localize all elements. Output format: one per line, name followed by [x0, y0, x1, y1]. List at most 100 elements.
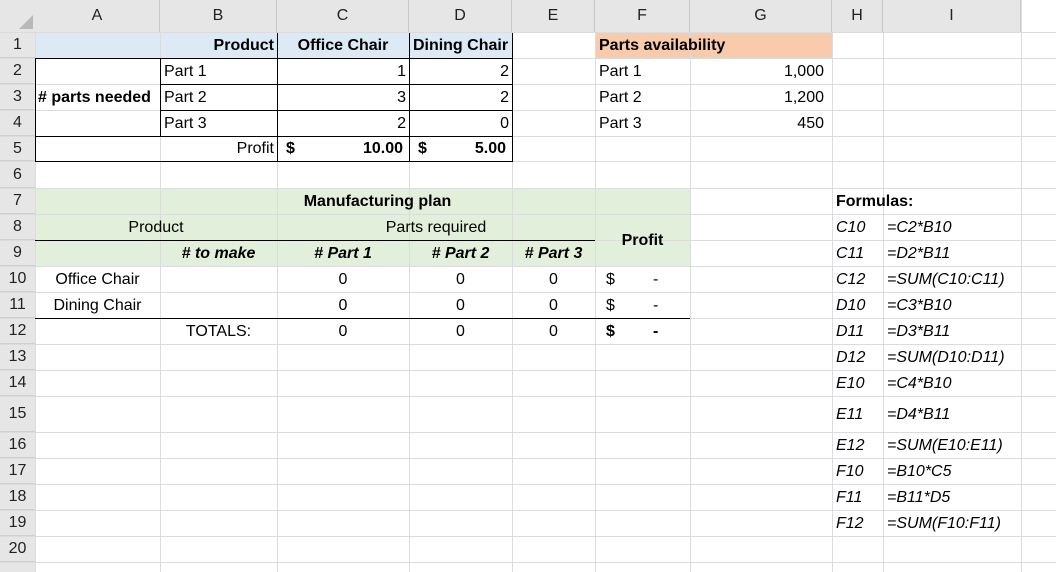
border	[512, 33, 513, 162]
profit-label: Profit	[236, 140, 274, 157]
cell-c2[interactable]: 1	[277, 59, 409, 84]
cell-f10[interactable]: -	[650, 267, 670, 292]
column-header-b[interactable]: B	[160, 0, 277, 32]
row-header-7[interactable]: 7	[0, 189, 35, 214]
cell-f11-currency: $	[606, 296, 615, 314]
cell-f10-currency: $	[606, 270, 615, 288]
availability-part3: Part 3	[599, 114, 642, 132]
row-header-3[interactable]: 3	[0, 85, 35, 110]
availability-title: Parts availability	[599, 36, 726, 54]
column-header-d[interactable]: D	[409, 0, 512, 32]
row-header-9[interactable]: 9	[0, 241, 35, 266]
row-header-16[interactable]: 16	[0, 433, 35, 458]
row-header-8[interactable]: 8	[0, 215, 35, 240]
formula-cell-ref: D11	[836, 322, 865, 340]
totals-label: TOTALS:	[185, 322, 252, 340]
cell-b11[interactable]	[160, 293, 277, 318]
row-header-10[interactable]: 10	[0, 267, 35, 292]
row-header-18[interactable]: 18	[0, 485, 35, 510]
cell-g4[interactable]: 450	[690, 111, 827, 136]
cell-d3[interactable]: 2	[409, 85, 512, 110]
cell-e11[interactable]: 0	[512, 293, 595, 318]
gridline-horizontal	[0, 562, 1056, 563]
formula-cell-ref: E12	[836, 436, 865, 454]
row-header-11[interactable]: 11	[0, 293, 35, 318]
cell-d11[interactable]: 0	[409, 293, 512, 318]
formula-cell-ref: D12	[836, 348, 866, 366]
row-header-20[interactable]: 20	[0, 537, 35, 562]
cell-c3[interactable]: 3	[277, 85, 409, 110]
column-header-e[interactable]: E	[512, 0, 595, 32]
gridline-horizontal	[0, 32, 1056, 33]
formula-text: =C2*B10	[887, 218, 952, 236]
cell-b10[interactable]	[160, 267, 277, 292]
row-header-1[interactable]: 1	[0, 33, 35, 58]
cell-g3[interactable]: 1,200	[690, 85, 827, 110]
column-header-f[interactable]: F	[595, 0, 690, 32]
cell-c12[interactable]: 0	[277, 319, 409, 344]
plan-product-label: Product	[128, 218, 184, 236]
parts-needed-label: # parts needed	[38, 88, 151, 106]
cell-c11[interactable]: 0	[277, 293, 409, 318]
row-header-17[interactable]: 17	[0, 459, 35, 484]
row-header-12[interactable]: 12	[0, 319, 35, 344]
formula-text: =SUM(E10:E11)	[887, 436, 1003, 454]
cell-f12[interactable]: -	[650, 319, 670, 344]
cell-f11[interactable]: -	[650, 293, 670, 318]
dining-chair-row-label: Dining Chair	[53, 296, 142, 314]
cell-c4[interactable]: 2	[277, 111, 409, 136]
gridline-horizontal	[0, 536, 1056, 537]
dining-chair-header: Dining Chair	[412, 36, 509, 54]
column-header-i[interactable]: I	[883, 0, 1021, 32]
parts-required-label: Parts required	[385, 218, 487, 236]
cell-c5[interactable]: 10.00	[303, 137, 406, 161]
plan-profit-label: Profit	[621, 231, 664, 249]
row-header-partial[interactable]	[0, 563, 35, 572]
select-all-icon	[19, 15, 33, 29]
formula-text: =D3*B11	[887, 322, 951, 340]
formula-cell-ref: D10	[836, 296, 866, 314]
availability-part2: Part 2	[599, 88, 642, 106]
part3-required-label: # Part 3	[524, 244, 583, 262]
row-header-4[interactable]: 4	[0, 111, 35, 136]
cell-d5[interactable]: 5.00	[435, 137, 509, 161]
column-header-g[interactable]: G	[690, 0, 832, 32]
formula-cell-ref: E11	[836, 405, 864, 423]
cell-e10[interactable]: 0	[512, 267, 595, 292]
product-label: Product	[213, 36, 274, 54]
cell-d2[interactable]: 2	[409, 59, 512, 84]
formula-text: =D4*B11	[887, 405, 951, 423]
formula-text: =SUM(D10:D11)	[887, 348, 1005, 366]
cell-g2[interactable]: 1,000	[690, 59, 827, 84]
row-header-13[interactable]: 13	[0, 345, 35, 370]
formula-cell-ref: E10	[836, 374, 865, 392]
row-header-6[interactable]: 6	[0, 162, 35, 188]
cell-d12[interactable]: 0	[409, 319, 512, 344]
cell-d10[interactable]: 0	[409, 267, 512, 292]
column-header-a[interactable]: A	[35, 0, 160, 32]
row-header-19[interactable]: 19	[0, 511, 35, 536]
cell-e12[interactable]: 0	[512, 319, 595, 344]
availability-part1: Part 1	[599, 62, 642, 80]
formula-text: =B11*D5	[887, 488, 951, 506]
select-all-corner[interactable]	[0, 0, 35, 32]
formula-text: =D2*B11	[887, 244, 951, 262]
formula-cell-ref: F10	[836, 462, 864, 480]
row-header-2[interactable]: 2	[0, 59, 35, 84]
formula-text: =C4*B10	[887, 374, 952, 392]
cell-f12-currency: $	[606, 322, 615, 340]
column-header-h[interactable]: H	[832, 0, 883, 32]
formulas-title: Formulas:	[836, 193, 914, 210]
row-header-5[interactable]: 5	[0, 137, 35, 161]
row-header-14[interactable]: 14	[0, 371, 35, 396]
formula-text: =C3*B10	[887, 296, 952, 314]
row-header-15[interactable]: 15	[0, 397, 35, 432]
cell-c10[interactable]: 0	[277, 267, 409, 292]
office-chair-header: Office Chair	[297, 36, 389, 54]
part2-required-label: # Part 2	[431, 244, 490, 262]
column-header-c[interactable]: C	[277, 0, 409, 32]
border	[35, 161, 512, 162]
cell-d4[interactable]: 0	[409, 111, 512, 136]
cell-d5-currency: $	[418, 140, 427, 157]
spreadsheet[interactable]: ABCDEFGHI 1 2 3 4 5 6 7 8 9 10 11 12 13 14 15 16 17 18 19 2…	[0, 0, 1056, 572]
